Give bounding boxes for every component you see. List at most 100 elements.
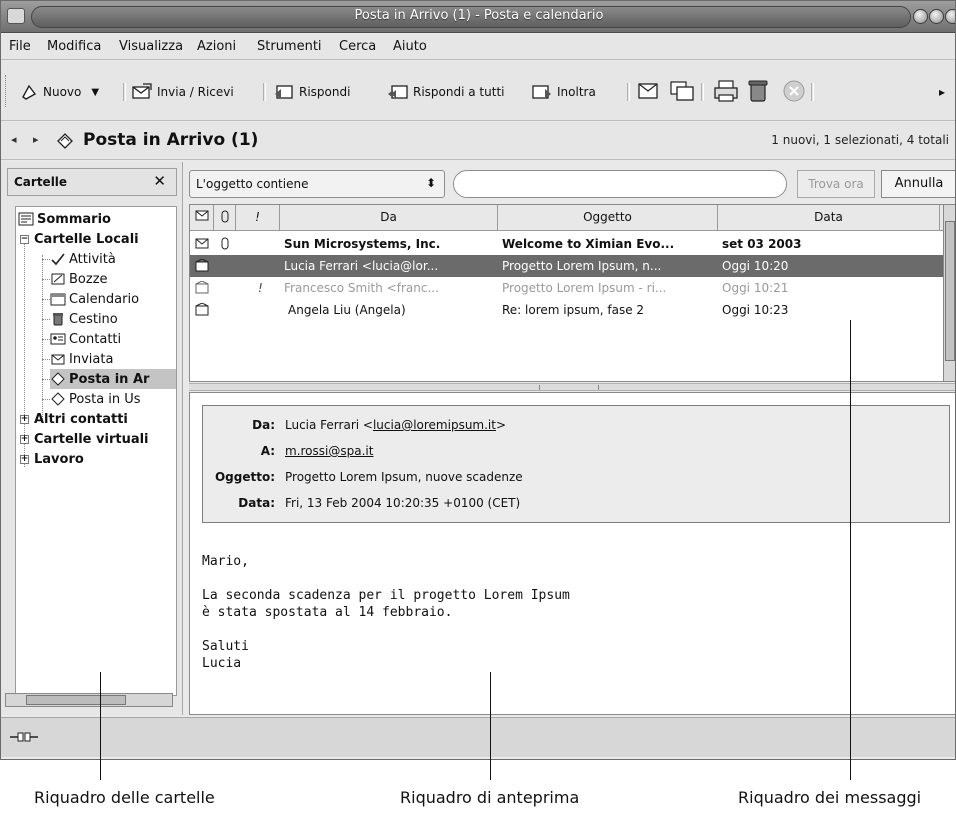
menu-modifica[interactable]: Modifica: [47, 39, 101, 54]
forward-icon: [532, 85, 551, 99]
column-priority[interactable]: !: [236, 205, 280, 230]
dropdown-arrow-icon: ⬍: [425, 176, 436, 190]
summary-icon: [18, 212, 34, 226]
read-envelope-icon[interactable]: [195, 303, 209, 316]
close-icon[interactable]: ✕: [153, 172, 166, 190]
toolbar-grip[interactable]: [5, 75, 8, 107]
caption-preview-pane: Riquadro di anteprima: [400, 788, 580, 807]
calendar-icon: [50, 293, 66, 306]
table-row[interactable]: ! Francesco Smith <franc... Progetto Lor…: [190, 277, 945, 299]
tree-branch: [42, 319, 50, 320]
toolbar-overflow-icon[interactable]: ▸: [939, 81, 945, 103]
folder-item-cartelle-locali[interactable]: − Cartelle Locali: [20, 229, 139, 249]
folder-item-altri-contatti[interactable]: + Altri contatti: [20, 409, 128, 429]
chevron-down-icon[interactable]: ▼: [91, 87, 99, 98]
from-email-link[interactable]: lucia@loremipsum.it: [373, 418, 496, 432]
inbox-icon: [51, 372, 65, 386]
folder-item-contatti[interactable]: Contatti: [50, 329, 121, 349]
trash-icon: [53, 313, 63, 326]
inbox-icon: [57, 133, 73, 149]
tree-branch: [42, 379, 50, 380]
table-row[interactable]: Lucia Ferrari <lucia@lor... Progetto Lor…: [190, 255, 945, 277]
reply-button[interactable]: Rispondi: [273, 81, 350, 103]
status-bar: [1, 717, 955, 757]
menu-aiuto[interactable]: Aiuto: [393, 39, 427, 54]
message-header-box: Da: Lucia Ferrari <lucia@loremipsum.it> …: [202, 405, 950, 523]
folder-item-attivita[interactable]: Attività: [50, 249, 116, 269]
forward-button[interactable]: Inoltra: [531, 81, 596, 103]
toolbar-separator: [263, 83, 266, 101]
maximize-icon[interactable]: [929, 9, 944, 24]
back-arrow-icon[interactable]: ◂: [11, 133, 17, 146]
folder-item-lavoro[interactable]: + Lavoro: [20, 449, 84, 469]
unread-envelope-icon[interactable]: [195, 238, 209, 249]
reply-all-button[interactable]: Rispondi a tutti: [387, 81, 504, 103]
new-icon: [22, 84, 37, 100]
send-receive-button[interactable]: Invia / Ricevi: [131, 81, 234, 103]
folder-horizontal-scrollbar[interactable]: [5, 693, 173, 707]
find-now-button[interactable]: Trova ora: [797, 170, 875, 198]
folder-item-inviata[interactable]: Inviata: [50, 349, 113, 369]
menu-file[interactable]: File: [9, 39, 31, 54]
scrollbar-thumb[interactable]: [945, 221, 955, 361]
folder-item-cestino[interactable]: Cestino: [50, 309, 118, 329]
table-row[interactable]: Angela Liu (Angela) Re: lorem ipsum, fas…: [190, 299, 945, 321]
caption-folder-pane: Riquadro delle cartelle: [34, 788, 215, 807]
column-subject[interactable]: Oggetto: [498, 205, 718, 230]
online-plug-icon[interactable]: [9, 730, 39, 744]
expand-icon[interactable]: +: [20, 414, 29, 424]
table-row[interactable]: Sun Microsystems, Inc. Welcome to Ximian…: [190, 233, 945, 255]
move-icon[interactable]: [635, 79, 661, 103]
delete-icon[interactable]: [745, 79, 771, 103]
title-bar[interactable]: Posta in Arrivo (1) - Posta e calendario: [1, 1, 955, 33]
tree-branch: [42, 299, 50, 300]
stop-icon[interactable]: [781, 79, 807, 103]
column-from[interactable]: Da: [280, 205, 498, 230]
tasks-icon: [51, 253, 65, 266]
folder-item-calendario[interactable]: Calendario: [50, 289, 139, 309]
attachment-icon: [221, 210, 228, 223]
folder-item-cartelle-virtuali[interactable]: + Cartelle virtuali: [20, 429, 149, 449]
tree-branch: [42, 359, 50, 360]
read-envelope-icon[interactable]: [195, 281, 209, 294]
folder-title: Posta in Arrivo (1): [83, 130, 259, 150]
send-receive-label: Invia / Ricevi: [157, 85, 234, 99]
expand-icon[interactable]: +: [20, 434, 29, 444]
print-icon[interactable]: [713, 79, 739, 103]
cancel-search-button[interactable]: Annulla: [881, 170, 955, 198]
column-attachment[interactable]: [214, 205, 236, 230]
folder-item-sommario[interactable]: Sommario: [18, 209, 111, 229]
reply-label: Rispondi: [299, 85, 351, 99]
callout-line-messages: [850, 320, 851, 780]
minimize-icon[interactable]: [913, 9, 928, 24]
header-from-value: Lucia Ferrari <lucia@loremipsum.it>: [285, 418, 507, 432]
column-status[interactable]: [190, 205, 214, 230]
menu-azioni[interactable]: Azioni: [197, 39, 236, 54]
message-list-scrollbar[interactable]: [943, 204, 955, 382]
pane-splitter[interactable]: [189, 383, 955, 391]
folder-item-posta-in-arrivo[interactable]: Posta in Ar: [50, 369, 176, 389]
folder-item-posta-in-uscita[interactable]: Posta in Us: [50, 389, 141, 409]
expand-icon[interactable]: +: [20, 454, 29, 464]
to-email-link[interactable]: m.rossi@spa.it: [285, 444, 373, 458]
priority-flag: !: [258, 281, 263, 295]
toolbar-separator: [627, 83, 630, 101]
menu-strumenti[interactable]: Strumenti: [257, 39, 322, 54]
message-body: Mario, La seconda scadenza per il proget…: [202, 554, 570, 671]
search-input[interactable]: [453, 170, 787, 198]
new-button[interactable]: Nuovo ▼: [17, 81, 99, 103]
scrollbar-thumb[interactable]: [26, 695, 126, 705]
forward-arrow-icon[interactable]: ▸: [33, 133, 39, 146]
close-window-icon[interactable]: [945, 9, 955, 24]
menu-cerca[interactable]: Cerca: [339, 39, 376, 54]
collapse-icon[interactable]: −: [20, 234, 29, 244]
copy-icon[interactable]: [669, 79, 695, 103]
splitter-handle[interactable]: [539, 385, 599, 390]
read-envelope-icon[interactable]: [195, 259, 209, 272]
search-bar: L'oggetto contiene ⬍ Trova ora Annulla: [189, 166, 955, 202]
folder-item-bozze[interactable]: Bozze: [50, 269, 108, 289]
search-scope-select[interactable]: L'oggetto contiene ⬍: [189, 170, 445, 198]
forward-label: Inoltra: [557, 85, 596, 99]
menu-visualizza[interactable]: Visualizza: [119, 39, 183, 54]
column-date[interactable]: Data: [718, 205, 940, 230]
